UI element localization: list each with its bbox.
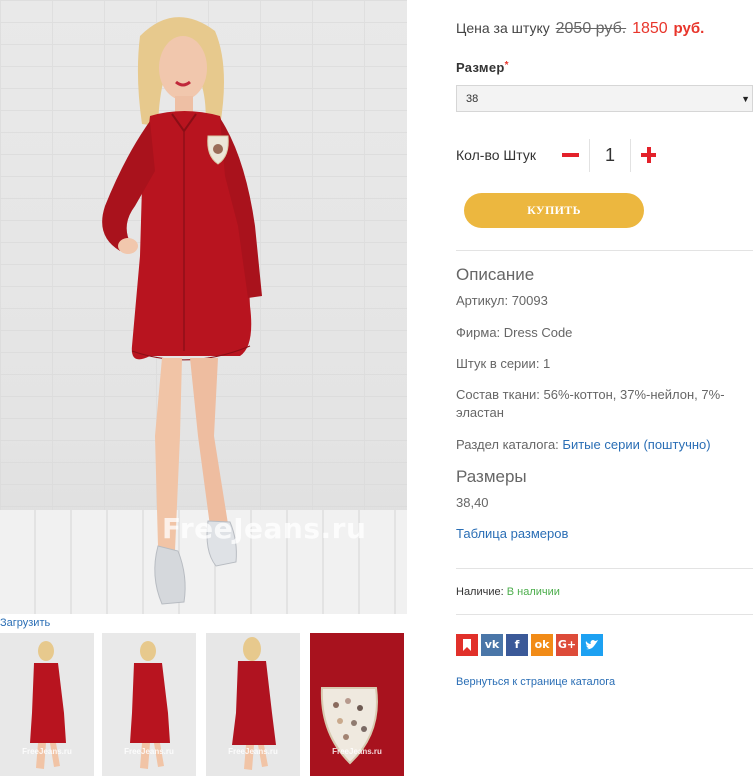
google-plus-icon[interactable]: G+ (556, 634, 578, 656)
twitter-icon[interactable] (581, 634, 603, 656)
buy-button[interactable]: КУПИТЬ (464, 193, 644, 228)
divider (456, 250, 753, 251)
bookmark-icon[interactable] (456, 634, 478, 656)
upload-link[interactable]: Загрузить (0, 617, 50, 629)
old-price: 2050 руб. (555, 20, 627, 37)
catalog-section-label: Раздел каталога: (456, 437, 559, 452)
price-label: Цена за штуку (456, 20, 550, 36)
availability-status: В наличии (506, 586, 560, 598)
thumbnail-4-watermark: FreeJeans.ru (332, 747, 382, 756)
quantity-label: Кол-во Штук (456, 147, 536, 163)
sizes-title: Размеры (456, 467, 527, 486)
description-title: Описание (456, 265, 535, 284)
catalog-section: Раздел каталога: Битые серии (поштучно) (456, 436, 753, 454)
thumbnail-3[interactable]: FreeJeans.ru (206, 633, 300, 776)
catalog-section-link[interactable]: Битые серии (поштучно) (562, 437, 710, 452)
brand: Фирма: Dress Code (456, 325, 573, 340)
price-line: Цена за штуку 2050 руб. 1850 руб. (456, 20, 704, 38)
size-table-link[interactable]: Таблица размеров (456, 525, 753, 543)
main-product-photo[interactable]: FreeJeans.ru (0, 0, 407, 614)
series-count: Штук в серии: 1 (456, 356, 551, 371)
thumbnail-2-watermark: FreeJeans.ru (124, 747, 174, 756)
thumbnail-3-watermark: FreeJeans.ru (228, 747, 278, 756)
thumbnail-1[interactable]: FreeJeans.ru (0, 633, 94, 776)
size-label: Размер* (456, 60, 509, 75)
size-select[interactable]: 38 ▼ (456, 85, 753, 112)
availability-label: Наличие: (456, 586, 504, 598)
required-mark: * (504, 60, 509, 71)
share-buttons: vk f ok G+ (456, 634, 603, 656)
availability: Наличие: В наличии (456, 586, 560, 598)
divider (456, 614, 753, 615)
size-select-value: 38 (466, 93, 479, 105)
facebook-icon[interactable]: f (506, 634, 528, 656)
odnoklassniki-icon[interactable]: ok (531, 634, 553, 656)
quantity-increase-button[interactable] (639, 143, 659, 167)
price-currency: руб. (673, 20, 705, 37)
quantity-decrease-button[interactable] (560, 140, 582, 170)
back-to-catalog-link[interactable]: Вернуться к странице каталога (456, 676, 615, 688)
article-number: Артикул: 70093 (456, 293, 548, 308)
new-price: 1850 (632, 20, 668, 37)
chevron-down-icon: ▼ (741, 94, 750, 104)
vk-icon[interactable]: vk (481, 634, 503, 656)
divider (456, 568, 753, 569)
photo-watermark: FreeJeans.ru (162, 512, 367, 545)
thumbnail-2[interactable]: FreeJeans.ru (102, 633, 196, 776)
fabric-composition: Состав ткани: 56%-коттон, 37%-нейлон, 7%… (456, 387, 725, 420)
thumbnail-4[interactable]: FreeJeans.ru (310, 633, 404, 776)
size-label-text: Размер (456, 60, 505, 75)
quantity-input[interactable]: 1 (589, 139, 631, 172)
thumbnail-1-watermark: FreeJeans.ru (22, 747, 72, 756)
sizes-values: 38,40 (456, 495, 489, 510)
